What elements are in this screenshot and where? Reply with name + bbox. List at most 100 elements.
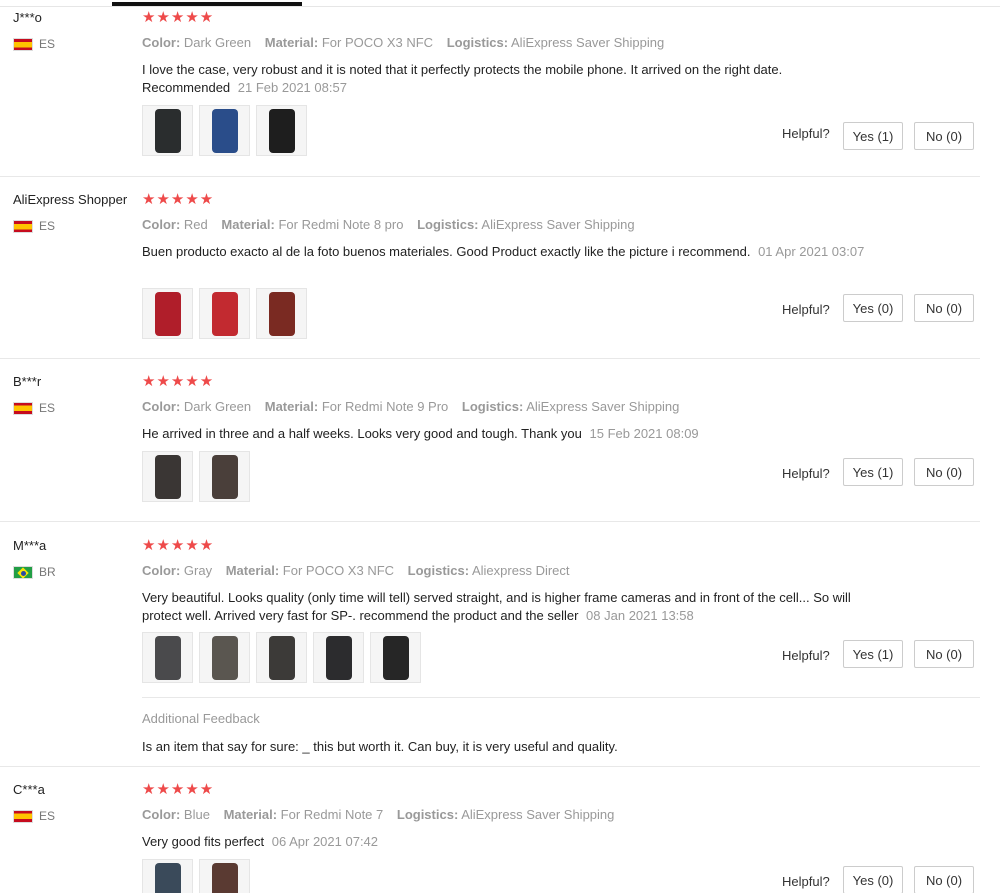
phone-case-thumbnail (211, 108, 238, 153)
review-text: I love the case, very robust and it is n… (142, 61, 872, 97)
review-photos (142, 451, 250, 502)
review-date: 01 Apr 2021 03:07 (758, 244, 865, 259)
review-photo[interactable] (256, 632, 307, 683)
helpful-yes-button[interactable]: Yes (1) (843, 122, 903, 150)
helpful-yes-button[interactable]: Yes (1) (843, 640, 903, 668)
reviewer-country: ES (13, 809, 55, 823)
review-photo[interactable] (199, 859, 250, 893)
reviewer-name: AliExpress Shopper (13, 192, 128, 207)
review-body: Very beautiful. Looks quality (only time… (142, 590, 851, 623)
phone-case-thumbnail (154, 635, 181, 680)
review-body: Buen producto exacto al de la foto bueno… (142, 244, 751, 259)
color-label: Color: (142, 807, 181, 822)
review-photo[interactable] (142, 288, 193, 339)
phone-case-thumbnail (268, 635, 295, 680)
phone-case-thumbnail (268, 108, 295, 153)
reviewer-country: ES (13, 37, 55, 51)
review-date: 08 Jan 2021 13:58 (586, 608, 694, 623)
review-date: 21 Feb 2021 08:57 (237, 80, 347, 95)
helpful-label: Helpful? (782, 302, 830, 317)
country-flag-icon (13, 565, 33, 579)
review-photo[interactable] (142, 451, 193, 502)
material-label: Material: (225, 563, 280, 578)
review-item: J***o ES ★★★★★ Color: Dark Green Materia… (0, 10, 980, 170)
logistics-label: Logistics: (446, 35, 509, 50)
review-photo[interactable] (199, 105, 250, 156)
phone-case-thumbnail (211, 291, 238, 336)
logistics-value: AliExpress Saver Shipping (526, 399, 680, 414)
helpful-no-button[interactable]: No (0) (914, 122, 974, 150)
logistics-value: Aliexpress Direct (471, 563, 570, 578)
country-code: ES (39, 401, 56, 415)
review-photo[interactable] (199, 288, 250, 339)
country-code: BR (39, 565, 56, 579)
star-rating: ★★★★★ (142, 537, 215, 554)
color-label: Color: (142, 35, 181, 50)
review-photo[interactable] (313, 632, 364, 683)
review-photo[interactable] (256, 105, 307, 156)
phone-case-thumbnail (211, 635, 238, 680)
color-value: Red (183, 217, 208, 232)
review-date: 06 Apr 2021 07:42 (271, 834, 379, 849)
phone-case-thumbnail (325, 635, 352, 680)
additional-feedback-divider (142, 697, 980, 698)
review-item: C***a ES ★★★★★ Color: Blue Material: For… (0, 782, 980, 893)
review-body: He arrived in three and a half weeks. Lo… (142, 426, 582, 441)
review-photo[interactable] (370, 632, 421, 683)
helpful-yes-button[interactable]: Yes (0) (843, 294, 903, 322)
material-label: Material: (264, 35, 319, 50)
logistics-label: Logistics: (417, 217, 479, 232)
logistics-label: Logistics: (396, 807, 459, 822)
review-photos (142, 632, 421, 683)
review-item: M***a BR ★★★★★ Color: Gray Material: For… (0, 537, 980, 754)
country-code: ES (39, 219, 56, 233)
review-text: Very beautiful. Looks quality (only time… (142, 589, 872, 625)
phone-case-thumbnail (154, 862, 181, 893)
country-code: ES (39, 809, 56, 823)
material-value: For POCO X3 NFC (282, 563, 395, 578)
country-flag-icon (13, 401, 33, 415)
tab-indicator (0, 0, 1000, 8)
helpful-label: Helpful? (782, 126, 830, 141)
helpful-yes-button[interactable]: Yes (1) (843, 458, 903, 486)
helpful-yes-button[interactable]: Yes (0) (843, 866, 903, 893)
country-flag-icon (13, 219, 33, 233)
material-label: Material: (264, 399, 319, 414)
material-value: For Redmi Note 8 pro (278, 217, 404, 232)
review-photos (142, 105, 307, 156)
helpful-label: Helpful? (782, 874, 830, 889)
helpful-no-button[interactable]: No (0) (914, 458, 974, 486)
review-photo[interactable] (142, 105, 193, 156)
color-value: Blue (183, 807, 210, 822)
phone-case-thumbnail (268, 291, 295, 336)
review-text: Very good fits perfect 06 Apr 2021 07:42 (142, 833, 872, 851)
phone-case-thumbnail (154, 454, 181, 499)
review-photo[interactable] (199, 451, 250, 502)
phone-case-thumbnail (211, 862, 238, 893)
star-rating: ★★★★★ (142, 191, 215, 208)
review-photo[interactable] (142, 859, 193, 893)
phone-case-thumbnail (154, 291, 181, 336)
phone-case-thumbnail (211, 454, 238, 499)
country-code: ES (39, 37, 56, 51)
helpful-no-button[interactable]: No (0) (914, 640, 974, 668)
helpful-no-button[interactable]: No (0) (914, 866, 974, 893)
sku-attributes: Color: Gray Material: For POCO X3 NFC Lo… (142, 563, 580, 578)
additional-feedback-title: Additional Feedback (142, 711, 260, 726)
review-photos (142, 288, 307, 339)
review-item: AliExpress Shopper ES ★★★★★ Color: Red M… (0, 192, 980, 352)
review-text: Buen producto exacto al de la foto bueno… (142, 243, 872, 261)
review-photo[interactable] (142, 632, 193, 683)
review-divider (0, 176, 980, 177)
review-photo[interactable] (256, 288, 307, 339)
sku-attributes: Color: Dark Green Material: For POCO X3 … (142, 35, 674, 50)
material-value: For Redmi Note 7 (280, 807, 384, 822)
review-photos (142, 859, 250, 893)
reviewer-name: C***a (13, 782, 45, 797)
review-photo[interactable] (199, 632, 250, 683)
logistics-label: Logistics: (461, 399, 524, 414)
star-rating: ★★★★★ (142, 781, 215, 798)
review-divider (0, 358, 980, 359)
helpful-no-button[interactable]: No (0) (914, 294, 974, 322)
review-divider (0, 766, 980, 767)
